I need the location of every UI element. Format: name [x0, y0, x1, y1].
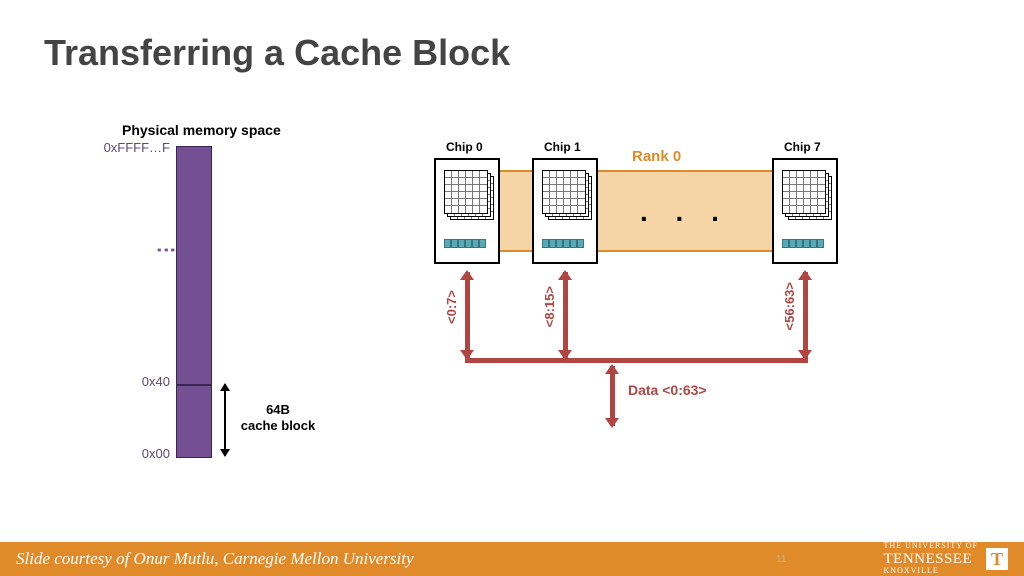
footer-bar: Slide courtesy of Onur Mutlu, Carnegie M… — [0, 542, 1024, 576]
chip-label-7: Chip 7 — [784, 140, 821, 154]
memory-space-label: Physical memory space — [122, 122, 281, 138]
range-8-15: <8:15> — [542, 286, 557, 327]
data-bus-arrow-icon — [610, 366, 615, 426]
memory-vdots-icon: ⋮ — [154, 240, 178, 256]
rank-label: Rank 0 — [632, 148, 681, 165]
page-number: 11 — [776, 554, 786, 565]
chip-1 — [532, 158, 598, 264]
addr-bot: 0x00 — [90, 446, 170, 461]
addr-top: 0xFFFF…F — [90, 140, 170, 155]
chip0-bus-arrow-icon — [465, 272, 470, 358]
slide-title: Transferring a Cache Block — [0, 0, 1024, 74]
data-bus-icon — [465, 358, 808, 363]
university-t-icon: T — [986, 548, 1008, 570]
bank-row-icon — [782, 239, 824, 248]
chip1-bus-arrow-icon — [563, 272, 568, 358]
addr-mid: 0x40 — [90, 374, 170, 389]
chip7-bus-arrow-icon — [803, 272, 808, 358]
university-small: THE UNIVERSITY OF — [884, 542, 978, 551]
data-range-label: Data <0:63> — [628, 382, 707, 398]
university-campus: KNOXVILLE — [884, 567, 978, 576]
university-logo: THE UNIVERSITY OF TENNESSEE KNOXVILLE T — [884, 542, 1008, 576]
memory-bar: 0xFFFF…F 0x40 0x00 ⋮ — [176, 146, 212, 458]
cache-block-arrow-icon — [224, 384, 226, 456]
university-name: TENNESSEE — [884, 551, 978, 568]
range-0-7: <0:7> — [444, 290, 459, 324]
chip-0 — [434, 158, 500, 264]
chip-label-0: Chip 0 — [446, 140, 483, 154]
slide-credit: Slide courtesy of Onur Mutlu, Carnegie M… — [16, 549, 414, 569]
chip-ellipsis-icon: . . . — [640, 196, 729, 228]
cache-block-label: 64B cache block — [238, 402, 318, 435]
chip-label-1: Chip 1 — [544, 140, 581, 154]
bank-row-icon — [444, 239, 486, 248]
chip-7 — [772, 158, 838, 264]
range-56-63: <56:63> — [782, 282, 797, 330]
bank-row-icon — [542, 239, 584, 248]
